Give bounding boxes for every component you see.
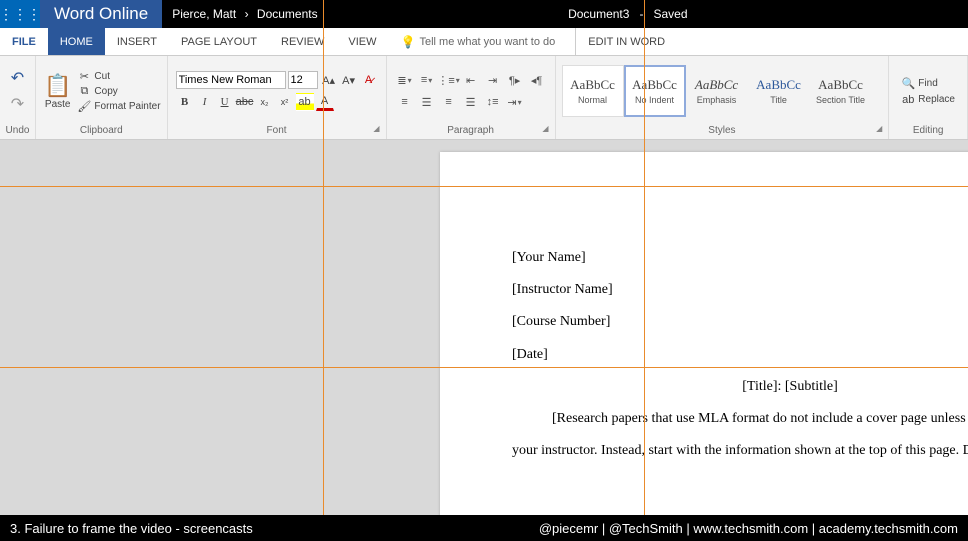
body-paragraph[interactable]: [Research papers that use MLA format do … — [512, 403, 968, 467]
shrink-font-button[interactable]: A▾ — [340, 71, 358, 89]
slide-footer: 3. Failure to frame the video - screenca… — [0, 515, 968, 541]
multilevel-list-button[interactable]: ⋮≡▾ — [439, 71, 459, 89]
cut-button[interactable]: ✂Cut — [75, 69, 162, 84]
breadcrumb-folder[interactable]: Documents — [257, 7, 318, 21]
placeholder-course[interactable]: [Course Number] — [512, 306, 968, 338]
app-launcher-icon[interactable]: ⋮⋮⋮ — [0, 0, 40, 28]
tell-me-search[interactable]: 💡 Tell me what you want to do — [389, 28, 568, 55]
style-emphasis[interactable]: AaBbCcEmphasis — [686, 65, 748, 117]
placeholder-title[interactable]: [Title]: [Subtitle] — [512, 371, 968, 403]
numbering-button[interactable]: ≡▾ — [417, 71, 437, 89]
page[interactable]: [Your Name] [Instructor Name] [Course Nu… — [440, 152, 968, 515]
format-painter-button[interactable]: 🖌Format Painter — [75, 99, 162, 114]
placeholder-name[interactable]: [Your Name] — [512, 242, 968, 274]
guide-line-h2 — [0, 367, 968, 368]
bold-button[interactable]: B — [176, 93, 194, 111]
copy-button[interactable]: ⧉Copy — [75, 84, 162, 99]
increase-indent-button[interactable]: ⇥ — [483, 71, 503, 89]
save-status: Saved — [653, 7, 687, 21]
subscript-button[interactable]: x₂ — [256, 93, 274, 111]
align-center-button[interactable]: ☰ — [417, 93, 437, 111]
document-name[interactable]: Document3 — [568, 7, 629, 21]
footer-credits: @piecemr | @TechSmith | www.techsmith.co… — [539, 521, 958, 536]
placeholder-date[interactable]: [Date] — [512, 339, 968, 371]
clear-formatting-button[interactable]: A̷ — [360, 71, 378, 89]
style-title[interactable]: AaBbCcTitle — [748, 65, 810, 117]
font-dialog-launcher[interactable]: ◢ — [373, 124, 379, 133]
paragraph-dialog-launcher[interactable]: ◢ — [542, 124, 548, 133]
tab-review[interactable]: REVIEW — [269, 28, 336, 55]
document-canvas[interactable]: [Your Name] [Instructor Name] [Course Nu… — [0, 140, 968, 515]
tab-page-layout[interactable]: PAGE LAYOUT — [169, 28, 269, 55]
brush-icon: 🖌 — [77, 100, 91, 113]
group-label-editing: Editing — [893, 124, 963, 137]
style-section-title[interactable]: AaBbCcSection Title — [810, 65, 872, 117]
ribbon: ↶ ↷ Undo 📋 Paste ✂Cut ⧉Copy 🖌Format Pain… — [0, 56, 968, 140]
superscript-button[interactable]: x² — [276, 93, 294, 111]
bullets-button[interactable]: ≣▾ — [395, 71, 415, 89]
search-icon: 🔍 — [901, 77, 915, 90]
paste-button[interactable]: 📋 Paste — [40, 73, 75, 110]
group-label-styles: Styles — [708, 125, 735, 136]
tab-insert[interactable]: INSERT — [105, 28, 169, 55]
align-left-button[interactable]: ≡ — [395, 93, 415, 111]
app-name: Word Online — [40, 0, 162, 28]
footer-caption: 3. Failure to frame the video - screenca… — [10, 521, 253, 536]
italic-button[interactable]: I — [196, 93, 214, 111]
line-spacing-button[interactable]: ↕≡ — [483, 93, 503, 111]
breadcrumb: Pierce, Matt › Documents — [162, 7, 327, 21]
special-indent-button[interactable]: ⇥▾ — [505, 93, 525, 111]
ribbon-tabs: FILE HOME INSERT PAGE LAYOUT REVIEW VIEW… — [0, 28, 968, 56]
tab-edit-in-word[interactable]: EDIT IN WORD — [575, 28, 677, 55]
group-label-paragraph: Paragraph — [447, 125, 494, 136]
tab-view[interactable]: VIEW — [336, 28, 388, 55]
style-normal[interactable]: AaBbCcNormal — [562, 65, 624, 117]
breadcrumb-sep: › — [245, 7, 249, 21]
lightbulb-icon: 💡 — [401, 35, 416, 49]
guide-line-v1 — [323, 0, 324, 515]
group-label-clipboard: Clipboard — [40, 124, 163, 137]
font-name-select[interactable] — [176, 71, 286, 89]
find-button[interactable]: 🔍Find — [899, 76, 957, 91]
tab-file[interactable]: FILE — [0, 28, 48, 55]
copy-icon: ⧉ — [77, 85, 91, 98]
guide-line-v2 — [644, 0, 645, 515]
underline-button[interactable]: U — [216, 93, 234, 111]
group-label-undo: Undo — [4, 124, 31, 137]
font-color-button[interactable]: A — [316, 93, 334, 111]
scissors-icon: ✂ — [77, 70, 91, 83]
align-right-button[interactable]: ≡ — [439, 93, 459, 111]
replace-button[interactable]: abReplace — [899, 93, 957, 107]
breadcrumb-user[interactable]: Pierce, Matt — [172, 7, 236, 21]
placeholder-instructor[interactable]: [Instructor Name] — [512, 274, 968, 306]
redo-button[interactable]: ↷ — [11, 94, 24, 114]
strikethrough-button[interactable]: abc — [236, 93, 254, 111]
highlight-button[interactable]: ab — [296, 93, 314, 111]
rtl-button[interactable]: ◂¶ — [527, 71, 547, 89]
document-title-area: Document3 - Saved — [328, 7, 968, 21]
font-size-select[interactable] — [288, 71, 318, 89]
clipboard-icon: 📋 — [44, 73, 71, 99]
replace-icon: ab — [901, 94, 915, 106]
group-label-font: Font — [267, 125, 287, 136]
undo-button[interactable]: ↶ — [11, 68, 24, 88]
guide-line-h1 — [0, 186, 968, 187]
ltr-button[interactable]: ¶▸ — [505, 71, 525, 89]
justify-button[interactable]: ☰ — [461, 93, 481, 111]
tab-home[interactable]: HOME — [48, 28, 105, 55]
styles-dialog-launcher[interactable]: ◢ — [876, 124, 882, 133]
style-no-indent[interactable]: AaBbCcNo Indent — [624, 65, 686, 117]
decrease-indent-button[interactable]: ⇤ — [461, 71, 481, 89]
